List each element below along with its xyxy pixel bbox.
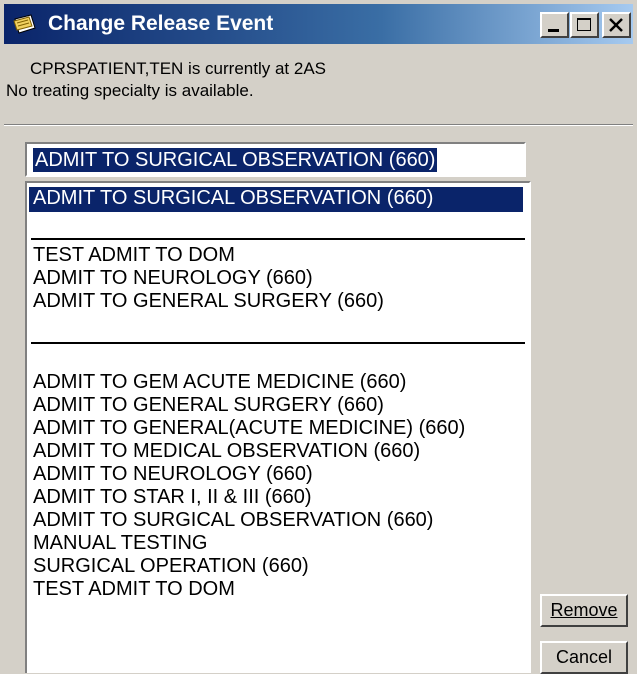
list-item[interactable]: SURGICAL OPERATION (660) [33, 555, 309, 578]
event-listbox[interactable]: ADMIT TO SURGICAL OBSERVATION (660) TEST… [25, 181, 531, 673]
list-item[interactable]: ADMIT TO NEUROLOGY (660) [33, 463, 313, 486]
treating-specialty-text: No treating specialty is available. [6, 81, 254, 100]
maximize-icon [577, 18, 591, 31]
close-button[interactable] [602, 12, 631, 38]
patient-info: CPRSPATIENT,TEN is currently at 2AS No t… [6, 58, 326, 102]
list-divider [31, 342, 525, 344]
list-divider [31, 238, 525, 240]
list-item[interactable]: TEST ADMIT TO DOM [33, 578, 235, 601]
maximize-button[interactable] [570, 12, 599, 38]
list-item[interactable]: MANUAL TESTING [33, 532, 207, 555]
minimize-icon [548, 29, 559, 32]
cancel-button[interactable]: Cancel [540, 641, 628, 674]
list-item[interactable]: TEST ADMIT TO DOM [33, 244, 235, 267]
list-item[interactable]: ADMIT TO GEM ACUTE MEDICINE (660) [33, 371, 406, 394]
window-title: Change Release Event [48, 12, 274, 35]
list-item[interactable]: ADMIT TO STAR I, II & III (660) [33, 486, 312, 509]
list-item[interactable]: ADMIT TO GENERAL SURGERY (660) [33, 394, 384, 417]
change-release-event-dialog: Change Release Event CPRSPATIENT,TEN is … [0, 0, 637, 674]
patient-location-text: CPRSPATIENT,TEN is currently at 2AS [30, 59, 326, 78]
list-item-selected[interactable]: ADMIT TO SURGICAL OBSERVATION (660) [29, 187, 523, 212]
remove-button[interactable]: Remove [540, 594, 628, 627]
minimize-button[interactable] [540, 12, 569, 38]
remove-button-label: Remove [550, 600, 618, 620]
list-item[interactable]: ADMIT TO GENERAL SURGERY (660) [33, 290, 384, 313]
list-item[interactable]: ADMIT TO GENERAL(ACUTE MEDICINE) (660) [33, 417, 465, 440]
cancel-button-label: Cancel [555, 647, 613, 667]
title-bar[interactable]: Change Release Event [4, 4, 633, 44]
list-item[interactable]: ADMIT TO SURGICAL OBSERVATION (660) [33, 509, 433, 532]
event-combo-input[interactable]: ADMIT TO SURGICAL OBSERVATION (660) [25, 142, 526, 177]
list-item[interactable]: ADMIT TO NEUROLOGY (660) [33, 267, 313, 290]
separator-highlight [4, 125, 633, 126]
list-item[interactable]: ADMIT TO MEDICAL OBSERVATION (660) [33, 440, 420, 463]
notepad-icon [11, 13, 37, 35]
event-combo-value[interactable]: ADMIT TO SURGICAL OBSERVATION (660) [33, 148, 438, 172]
close-icon [609, 18, 623, 32]
